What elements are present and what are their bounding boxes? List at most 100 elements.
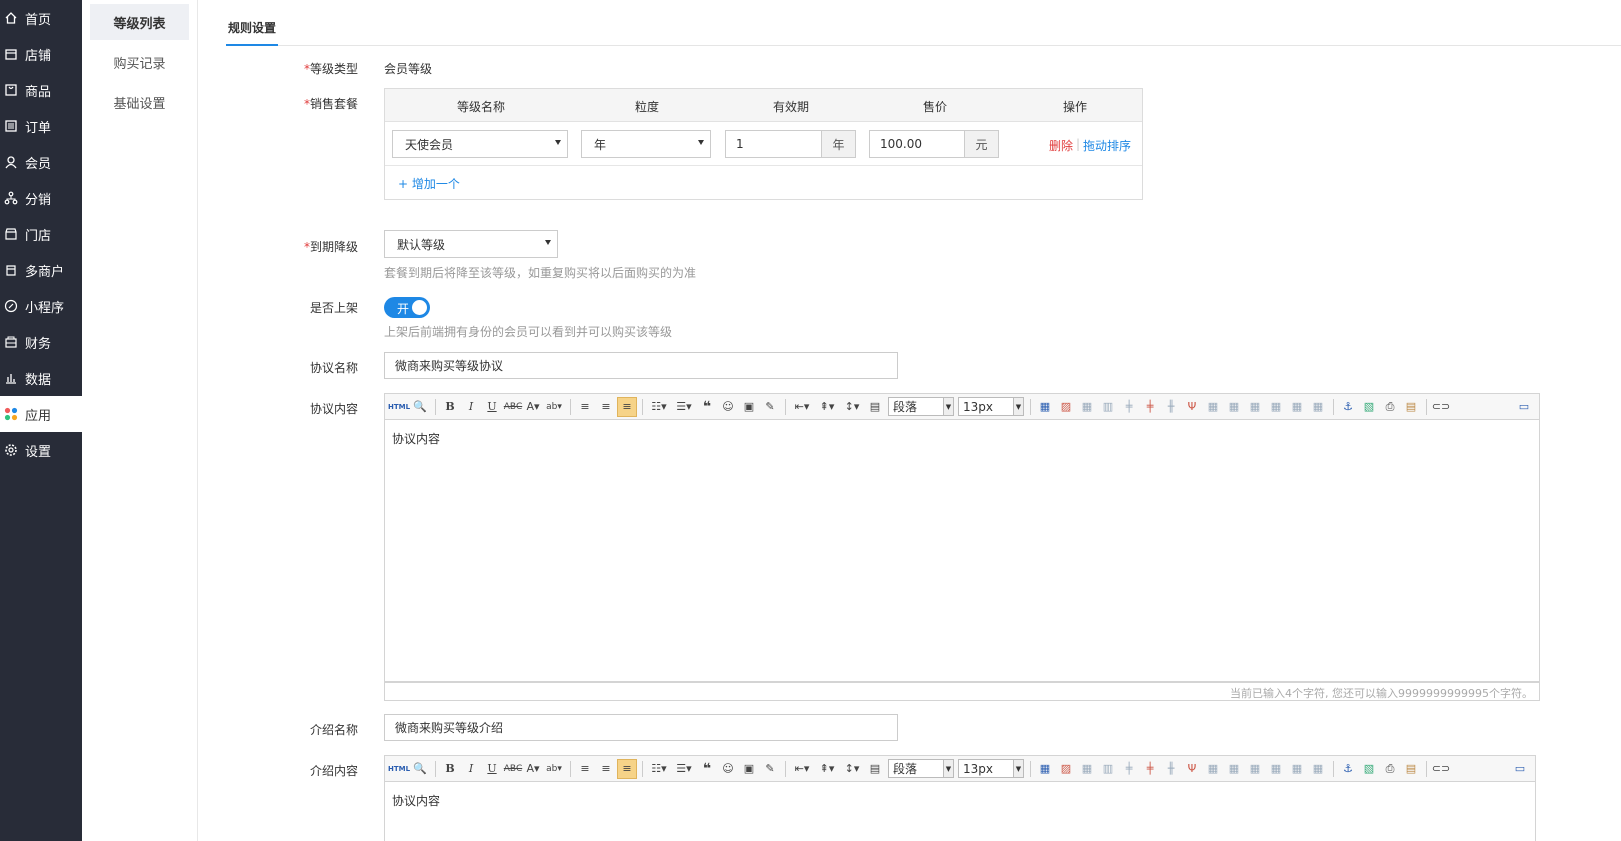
table-op-icon[interactable]: ▥ xyxy=(1098,397,1118,417)
granularity-select[interactable]: 年 xyxy=(581,130,711,158)
html-source-icon[interactable]: HTML xyxy=(388,397,410,417)
insert-image-icon[interactable]: ▨ xyxy=(1056,759,1076,779)
paragraph-select[interactable]: 段落 ▼ xyxy=(888,759,954,778)
bold-icon[interactable]: B xyxy=(440,397,460,417)
unordered-list-icon[interactable]: ☰▾ xyxy=(672,397,696,417)
table-op-icon[interactable]: ▦ xyxy=(1077,759,1097,779)
blockquote-icon[interactable]: ❝ xyxy=(697,397,717,417)
insert-image-icon[interactable]: ▨ xyxy=(1056,397,1076,417)
shelf-toggle[interactable]: 开 xyxy=(384,297,430,318)
print-icon[interactable]: ⎙ xyxy=(1380,759,1400,779)
nav-item-goods[interactable]: 商品 xyxy=(0,72,82,108)
table-op-icon[interactable]: ▦ xyxy=(1308,759,1328,779)
line-height-icon[interactable]: ↕▾ xyxy=(840,759,864,779)
highlight-icon[interactable]: ab▾ xyxy=(543,397,565,417)
subnav-item-basic-settings[interactable]: 基础设置 xyxy=(90,84,189,120)
validity-input[interactable]: 1 xyxy=(725,130,822,158)
table-op-icon[interactable]: ▥ xyxy=(1098,759,1118,779)
align-left-icon[interactable]: ≡ xyxy=(575,759,595,779)
paste-icon[interactable]: ▤ xyxy=(1401,397,1421,417)
strikethrough-icon[interactable]: ABC xyxy=(503,759,523,779)
align-justify-icon[interactable]: ≡ xyxy=(617,758,637,779)
row-spacing-icon[interactable]: ⇞▾ xyxy=(815,759,839,779)
image-icon[interactable]: ▧ xyxy=(1359,759,1379,779)
align-center-icon[interactable]: ≡ xyxy=(596,397,616,417)
row-spacing-icon[interactable]: ⇞▾ xyxy=(815,397,839,417)
nav-item-home[interactable]: 首页 xyxy=(0,0,82,36)
table-op-icon[interactable]: ╪ xyxy=(1119,397,1139,417)
eraser-icon[interactable]: ✎ xyxy=(760,397,780,417)
nav-item-merchant[interactable]: 多商户 xyxy=(0,252,82,288)
anchor-icon[interactable]: ⚓ xyxy=(1338,759,1358,779)
paste-icon[interactable]: ▤ xyxy=(1401,759,1421,779)
drag-sort-link[interactable]: 拖动排序 xyxy=(1083,137,1131,154)
level-select[interactable]: 天使会员 xyxy=(392,130,568,158)
emoji-icon[interactable]: ☺ xyxy=(718,397,738,417)
align-left-icon[interactable]: ≡ xyxy=(575,397,595,417)
table-op-icon[interactable]: ▦ xyxy=(1224,759,1244,779)
save-icon[interactable]: ▣ xyxy=(739,759,759,779)
add-package-button[interactable]: + 增加一个 xyxy=(398,175,460,192)
nav-item-settings[interactable]: 设置 xyxy=(0,432,82,468)
nav-item-miniprogram[interactable]: 小程序 xyxy=(0,288,82,324)
underline-icon[interactable]: U xyxy=(482,397,502,417)
ordered-list-icon[interactable]: ☷▾ xyxy=(647,759,671,779)
table-op-icon[interactable]: Ψ xyxy=(1182,759,1202,779)
table-op-icon[interactable]: ▦ xyxy=(1077,397,1097,417)
format-icon[interactable]: ▤ xyxy=(865,397,885,417)
html-source-icon[interactable]: HTML xyxy=(388,759,410,779)
table-icon[interactable]: ▦ xyxy=(1035,759,1055,779)
bold-icon[interactable]: B xyxy=(440,759,460,779)
underline-icon[interactable]: U xyxy=(482,759,502,779)
intro-editor-body[interactable]: 协议内容 xyxy=(384,782,1536,841)
agreement-name-input[interactable]: 微商来购买等级协议 xyxy=(384,352,898,379)
print-icon[interactable]: ⎙ xyxy=(1380,397,1400,417)
font-size-select[interactable]: 13px ▼ xyxy=(958,759,1024,778)
blockquote-icon[interactable]: ❝ xyxy=(697,759,717,779)
font-size-select[interactable]: 13px ▼ xyxy=(958,397,1024,416)
line-height-icon[interactable]: ↕▾ xyxy=(840,397,864,417)
align-center-icon[interactable]: ≡ xyxy=(596,759,616,779)
table-op-icon[interactable]: ╫ xyxy=(1161,759,1181,779)
fullscreen-icon[interactable]: ▭ xyxy=(1510,759,1530,779)
ordered-list-icon[interactable]: ☷▾ xyxy=(647,397,671,417)
link-icon[interactable]: ⊂⊃ xyxy=(1431,759,1451,779)
image-icon[interactable]: ▧ xyxy=(1359,397,1379,417)
indent-icon[interactable]: ⇤▾ xyxy=(790,397,814,417)
table-op-icon[interactable]: ▦ xyxy=(1245,759,1265,779)
nav-item-data[interactable]: 数据 xyxy=(0,360,82,396)
tab-rule-settings[interactable]: 规则设置 xyxy=(226,19,279,46)
nav-item-order[interactable]: 订单 xyxy=(0,108,82,144)
highlight-icon[interactable]: ab▾ xyxy=(543,759,565,779)
nav-item-member[interactable]: 会员 xyxy=(0,144,82,180)
table-op-icon[interactable]: ╪ xyxy=(1140,397,1160,417)
paragraph-select[interactable]: 段落 ▼ xyxy=(888,397,954,416)
agreement-editor-body[interactable]: 协议内容 xyxy=(384,420,1540,682)
font-color-icon[interactable]: A▾ xyxy=(524,397,542,417)
table-op-icon[interactable]: ╫ xyxy=(1161,397,1181,417)
table-op-icon[interactable]: ▦ xyxy=(1266,397,1286,417)
unordered-list-icon[interactable]: ☰▾ xyxy=(672,759,696,779)
nav-item-shop[interactable]: 门店 xyxy=(0,216,82,252)
nav-item-apps[interactable]: 应用 xyxy=(0,396,82,432)
italic-icon[interactable]: I xyxy=(461,397,481,417)
font-color-icon[interactable]: A▾ xyxy=(524,759,542,779)
price-input[interactable]: 100.00 xyxy=(869,130,965,158)
table-op-icon[interactable]: ╪ xyxy=(1140,759,1160,779)
fullscreen-icon[interactable]: ▭ xyxy=(1514,397,1534,417)
table-op-icon[interactable]: ╪ xyxy=(1119,759,1139,779)
delete-link[interactable]: 删除 xyxy=(1049,137,1073,154)
table-op-icon[interactable]: ▦ xyxy=(1224,397,1244,417)
table-op-icon[interactable]: ▦ xyxy=(1245,397,1265,417)
nav-item-distribution[interactable]: 分销 xyxy=(0,180,82,216)
link-icon[interactable]: ⊂⊃ xyxy=(1431,397,1451,417)
table-op-icon[interactable]: ▦ xyxy=(1287,397,1307,417)
intro-name-input[interactable]: 微商来购买等级介绍 xyxy=(384,714,898,741)
table-op-icon[interactable]: ▦ xyxy=(1266,759,1286,779)
subnav-item-level-list[interactable]: 等级列表 xyxy=(90,4,189,40)
format-icon[interactable]: ▤ xyxy=(865,759,885,779)
subnav-item-purchase-records[interactable]: 购买记录 xyxy=(90,44,189,80)
table-op-icon[interactable]: ▦ xyxy=(1203,759,1223,779)
eraser-icon[interactable]: ✎ xyxy=(760,759,780,779)
strikethrough-icon[interactable]: ABC xyxy=(503,397,523,417)
